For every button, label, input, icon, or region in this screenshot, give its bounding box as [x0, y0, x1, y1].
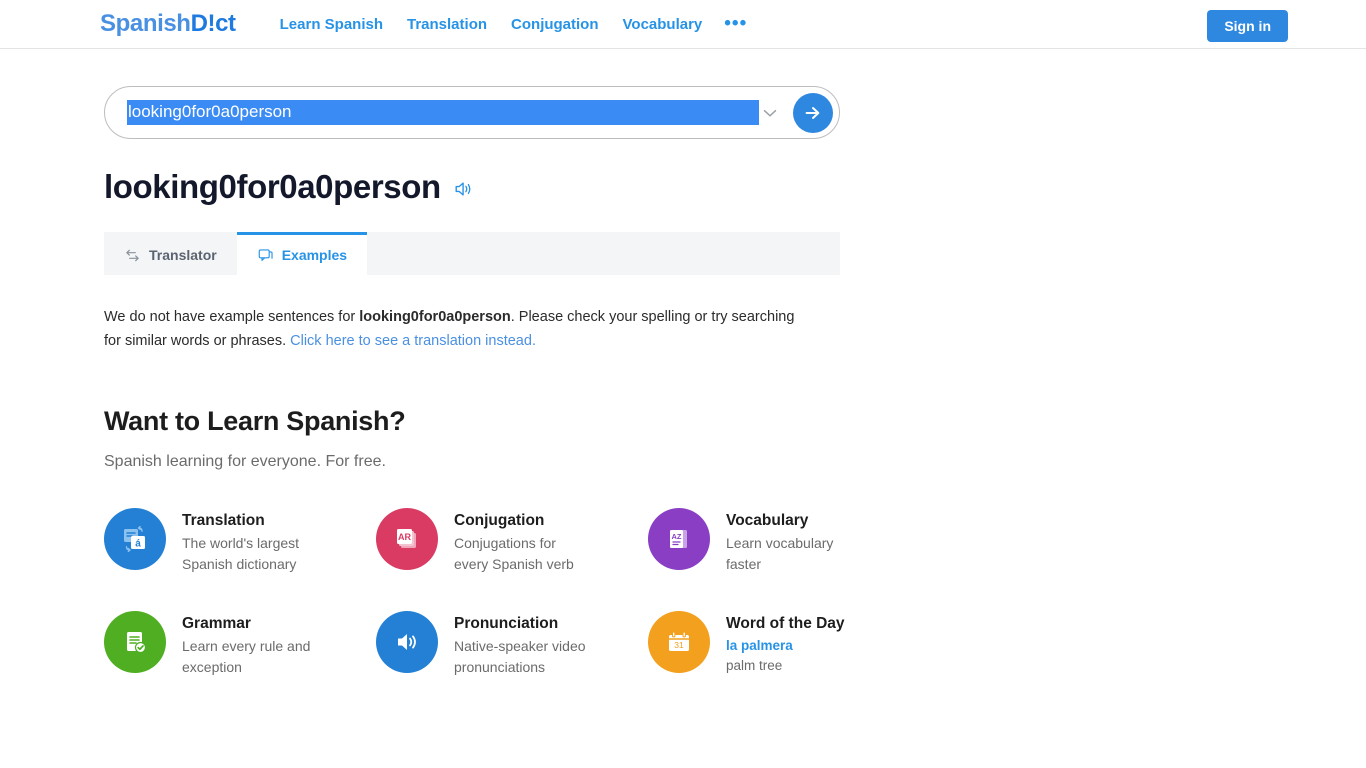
- card-vocabulary-desc: Learn vocabulary faster: [726, 535, 834, 573]
- speaker-icon: [398, 634, 416, 651]
- card-pronunciation-bubble: [376, 611, 438, 674]
- card-conjugation-body: Conjugation Conjugations for every Spani…: [454, 506, 594, 575]
- speech-bubble-icon: [258, 249, 273, 261]
- translation-link[interactable]: Click here to see a translation instead.: [290, 333, 536, 349]
- tab-examples[interactable]: Examples: [236, 232, 368, 276]
- tab-examples-label: Examples: [281, 247, 348, 264]
- message-prefix: We do not have example sentences for: [104, 309, 360, 326]
- speaker-icon: [455, 182, 471, 196]
- az-book-icon: AZ: [670, 530, 687, 549]
- card-word-of-the-day-bubble: 31: [648, 611, 710, 674]
- search-input[interactable]: looking0for0a0person: [127, 100, 759, 125]
- card-grammar-body: Grammar Learn every rule and exception: [182, 609, 322, 678]
- card-vocabulary-body: Vocabulary Learn vocabulary faster: [726, 506, 866, 575]
- card-conjugation-title: Conjugation: [454, 512, 545, 530]
- page-title: looking0for0a0person: [104, 168, 441, 205]
- card-word-of-the-day-body: Word of the Day la palmera palm tree: [726, 609, 845, 676]
- word-of-the-day-term[interactable]: la palmera: [726, 636, 845, 656]
- card-word-of-the-day-icon-text: 31: [674, 640, 684, 650]
- card-translation-title: Translation: [182, 512, 265, 530]
- audio-play-button[interactable]: [453, 174, 475, 200]
- card-pronunciation[interactable]: Pronunciation Native-speaker video pronu…: [376, 609, 648, 678]
- card-pronunciation-title: Pronunciation: [454, 615, 559, 633]
- feature-card-grid: á Translation The world's largest Spanis…: [104, 506, 1366, 678]
- no-results-message: We do not have example sentences for loo…: [104, 305, 804, 353]
- learn-section-title: Want to Learn Spanish?: [104, 406, 406, 437]
- search-submit-button[interactable]: [793, 92, 833, 133]
- card-pronunciation-body: Pronunciation Native-speaker video pronu…: [454, 609, 594, 678]
- nav-conjugation[interactable]: Conjugation: [499, 16, 610, 33]
- card-conjugation[interactable]: AR Conjugation Conjugations for every Sp…: [376, 506, 648, 575]
- message-term: looking0for0a0person: [359, 309, 511, 326]
- card-grammar-bubble: [104, 611, 166, 674]
- card-translation[interactable]: á Translation The world's largest Spanis…: [104, 506, 376, 575]
- card-vocabulary-icon-text: AZ: [672, 532, 682, 541]
- logo-text-secondary: D!ct: [190, 10, 236, 37]
- card-vocabulary[interactable]: AZ Vocabulary Learn vocabulary faster: [648, 506, 920, 575]
- card-conjugation-desc: Conjugations for every Spanish verb: [454, 535, 574, 573]
- card-word-of-the-day-title: Word of the Day: [726, 615, 845, 633]
- search-bar[interactable]: looking0for0a0person: [104, 86, 840, 139]
- nav-more-icon[interactable]: •••: [714, 14, 757, 34]
- nav-translation[interactable]: Translation: [395, 16, 499, 33]
- card-word-of-the-day[interactable]: 31 Word of the Day la palmera palm tree: [648, 609, 920, 678]
- card-translation-desc: The world's largest Spanish dictionary: [182, 535, 300, 573]
- card-translation-bubble: á: [104, 508, 166, 571]
- card-conjugation-icon-text: AR: [398, 532, 411, 542]
- logo-text-primary: Spanish: [100, 10, 191, 37]
- ar-cards-icon: AR: [397, 529, 416, 549]
- page-content: looking0for0a0person looking0for0a0perso…: [0, 86, 1366, 678]
- tab-bar: Translator Examples: [104, 232, 840, 276]
- svg-text:á: á: [135, 539, 141, 550]
- main-nav: Learn Spanish Translation Conjugation Vo…: [268, 14, 758, 34]
- card-grammar-title: Grammar: [182, 615, 251, 633]
- card-vocabulary-title: Vocabulary: [726, 512, 809, 530]
- site-logo[interactable]: SpanishD!ct: [100, 12, 236, 36]
- sign-in-button[interactable]: Sign in: [1207, 10, 1288, 42]
- translate-icon: á: [124, 526, 145, 553]
- document-check-icon: [127, 632, 147, 654]
- arrow-right-icon: [805, 106, 820, 119]
- tab-translator[interactable]: Translator: [104, 232, 237, 275]
- word-of-the-day-translation: palm tree: [726, 658, 783, 674]
- card-pronunciation-desc: Native-speaker video pronunciations: [454, 638, 586, 676]
- chevron-down-icon[interactable]: [759, 102, 781, 124]
- nav-vocabulary[interactable]: Vocabulary: [611, 16, 715, 33]
- card-translation-body: Translation The world's largest Spanish …: [182, 506, 322, 575]
- card-vocabulary-bubble: AZ: [648, 508, 710, 571]
- card-conjugation-bubble: AR: [376, 508, 438, 571]
- tab-translator-label: Translator: [149, 247, 217, 264]
- card-grammar[interactable]: Grammar Learn every rule and exception: [104, 609, 376, 678]
- card-grammar-desc: Learn every rule and exception: [182, 638, 311, 676]
- nav-learn-spanish[interactable]: Learn Spanish: [268, 16, 395, 33]
- translate-swap-icon: [126, 249, 139, 262]
- calendar-icon: 31: [669, 631, 689, 652]
- learn-section-subtitle: Spanish learning for everyone. For free.: [104, 453, 386, 471]
- site-header: SpanishD!ct Learn Spanish Translation Co…: [0, 0, 1366, 49]
- entry-header: looking0for0a0person: [104, 168, 1366, 205]
